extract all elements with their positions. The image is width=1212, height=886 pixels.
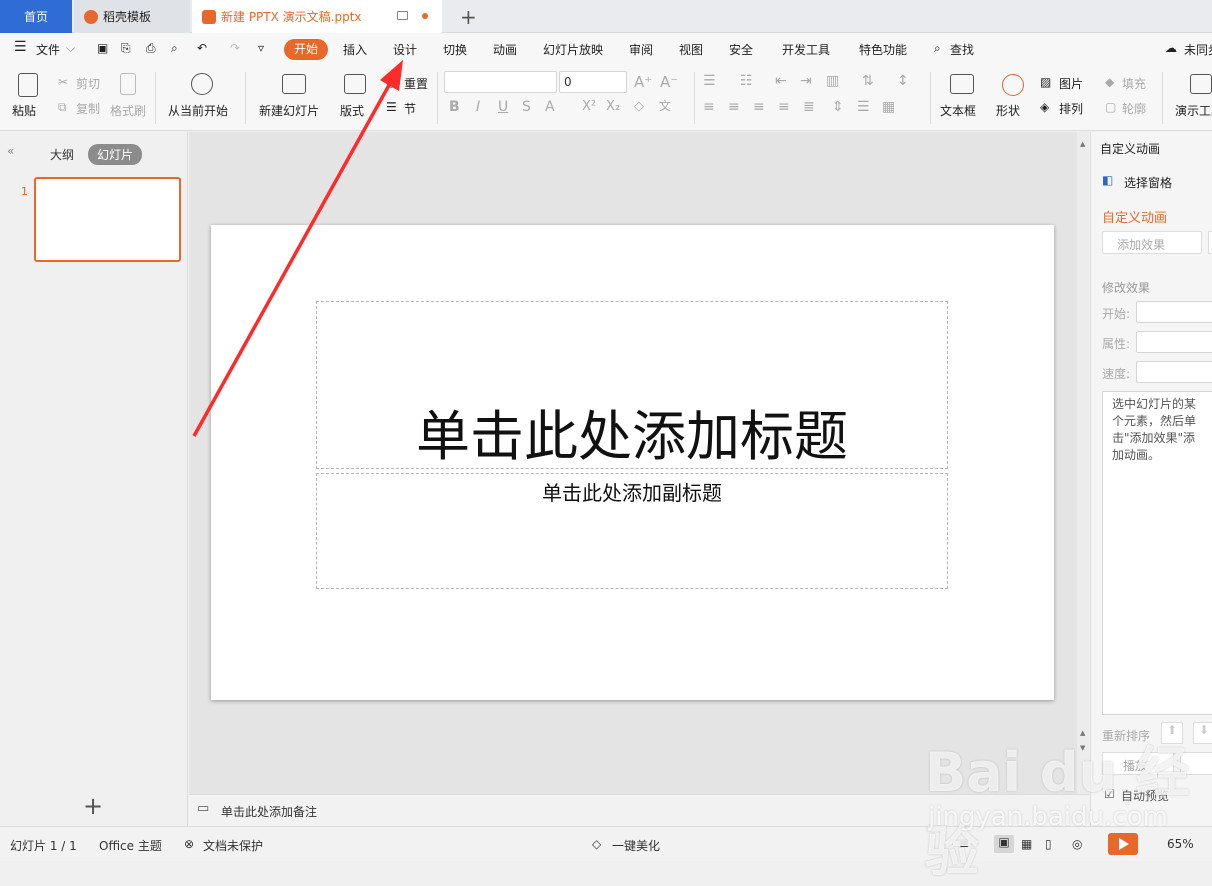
annotation-arrow [192,60,403,437]
arrow-head [380,60,403,91]
arrow-shaft [192,77,395,437]
